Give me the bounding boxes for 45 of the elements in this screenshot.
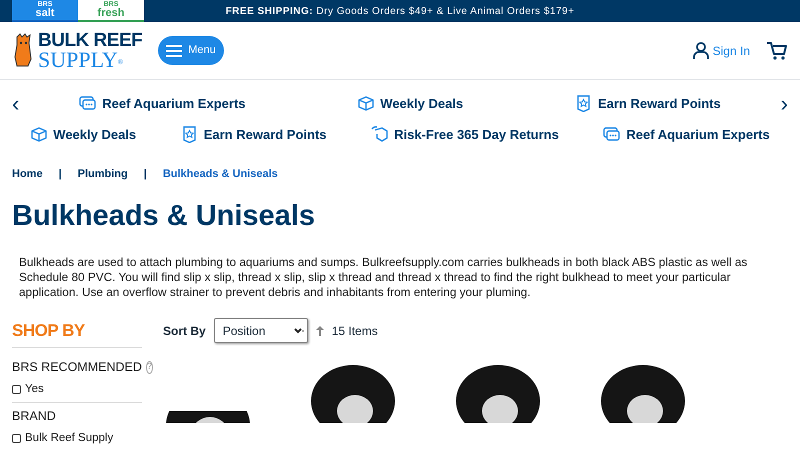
breadcrumb-current: Bulkheads & Uniseals — [162, 167, 278, 182]
benefit-label[interactable]: Weekly Deals — [53, 124, 136, 144]
shop-by-heading: SHOP BY — [12, 318, 142, 348]
star-badge-icon — [574, 95, 592, 112]
user-icon — [692, 42, 709, 59]
benefit-label[interactable]: Earn Reward Points — [204, 124, 327, 144]
product-photo[interactable] — [598, 363, 688, 424]
product-photo[interactable] — [163, 411, 253, 424]
breadcrumb-separator: | — [144, 167, 147, 182]
checkbox[interactable] — [12, 384, 21, 394]
product-photo[interactable] — [308, 363, 398, 424]
box-icon — [357, 95, 374, 112]
product-photo[interactable] — [453, 363, 543, 424]
cart-icon[interactable] — [766, 40, 788, 60]
sign-in-link[interactable]: Sign In — [692, 42, 750, 60]
box-icon — [30, 126, 48, 143]
filter-option-label[interactable]: Yes — [25, 380, 44, 398]
breadcrumb-link[interactable]: Home — [12, 166, 43, 182]
menu-button[interactable]: Menu — [158, 36, 224, 65]
filter-title[interactable]: BRS RECOMMENDED — [12, 358, 142, 377]
return-box-icon — [371, 126, 388, 143]
mascot-icon — [12, 33, 34, 68]
sort-label: Sort By — [163, 322, 206, 340]
chat-bubbles-icon — [79, 95, 96, 112]
filter-option-label[interactable]: Bulk Reef Supply — [25, 430, 114, 447]
benefit-label[interactable]: Risk-Free 365 Day Returns — [394, 124, 559, 144]
filter-title[interactable]: BRAND — [12, 406, 56, 426]
chevron-down-icon — [294, 326, 304, 335]
chat-bubbles-icon — [603, 126, 620, 143]
shipping-banner-text: FREE SHIPPING: Dry Goods Orders $49+ & Live Animal Orders $179+ — [226, 4, 574, 18]
star-badge-icon — [180, 126, 198, 143]
breadcrumb-link[interactable]: Plumbing — [78, 166, 128, 182]
benefit-label[interactable]: Earn Reward Points — [598, 94, 721, 114]
sort-direction-icon[interactable] — [316, 326, 324, 336]
benefit-label[interactable]: Weekly Deals — [380, 94, 464, 114]
item-count: 15 Items — [332, 322, 378, 340]
checkbox[interactable] — [12, 434, 21, 443]
category-description: Bulkheads are used to attach plumbing to aquariums and sumps. Bulkreefsupply.com carries bulkheads in both black ABS plastic as well as Schedule 80 PVC. You will find slip x slip, thread x slip, slip x thread and thread x thread to find the right bulkhead to meet your particular application. Use an overflow strainer to prevent debris and inhabitants from entering your pluming. — [19, 255, 748, 300]
brand-logo[interactable]: BULK REEF SUPPLY$^{®}$ — [12, 31, 142, 70]
page-title: Bulkheads & Uniseals — [12, 198, 316, 234]
menu-icon — [166, 44, 182, 56]
benefit-label[interactable]: Reef Aquarium Experts — [626, 124, 770, 144]
sort-select[interactable]: Position — [214, 318, 308, 344]
breadcrumb-separator: | — [58, 167, 62, 182]
benefit-label[interactable]: Reef Aquarium Experts — [102, 94, 246, 114]
